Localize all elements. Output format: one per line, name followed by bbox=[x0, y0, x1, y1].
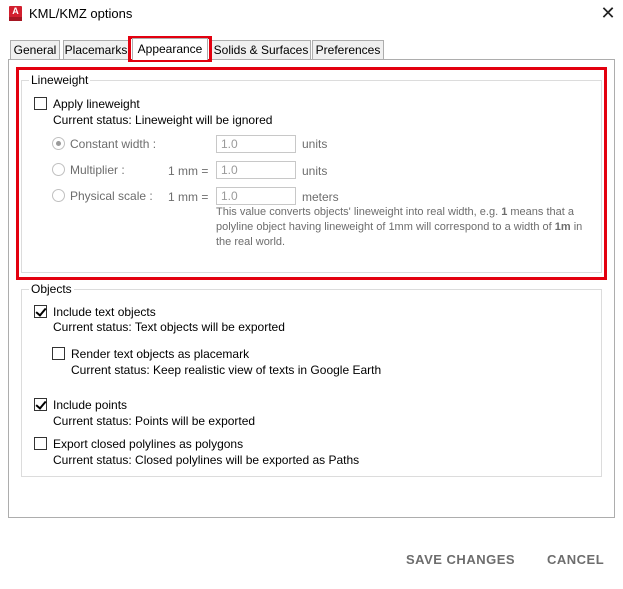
include-points-label: Include points bbox=[53, 398, 128, 412]
objects-group-title: Objects bbox=[29, 282, 74, 296]
close-icon[interactable]: ✕ bbox=[598, 3, 618, 23]
render-placemark-checkbox[interactable] bbox=[52, 347, 65, 360]
physical-scale-label: Physical scale : bbox=[70, 189, 153, 203]
render-placemark-status: Current status: Keep realistic view of t… bbox=[71, 363, 382, 377]
tab-placemarks[interactable]: Placemarks bbox=[63, 40, 129, 60]
closed-polylines-label: Export closed polylines as polygons bbox=[53, 437, 244, 451]
lineweight-group-title: Lineweight bbox=[29, 73, 91, 87]
closed-polylines-status: Current status: Closed polylines will be… bbox=[53, 453, 360, 467]
title-bar: A KML/KMZ options ✕ bbox=[0, 0, 623, 30]
include-points-status: Current status: Points will be exported bbox=[53, 414, 256, 428]
include-points-checkbox[interactable] bbox=[34, 398, 47, 411]
tab-general[interactable]: General bbox=[10, 40, 60, 60]
tab-preferences[interactable]: Preferences bbox=[312, 40, 384, 60]
physical-scale-unit: meters bbox=[302, 190, 339, 204]
apply-lineweight-label: Apply lineweight bbox=[53, 97, 140, 111]
cancel-button[interactable]: CANCEL bbox=[547, 552, 604, 567]
closed-polylines-checkbox[interactable] bbox=[34, 437, 47, 450]
multiplier-radio[interactable] bbox=[52, 163, 65, 176]
multiplier-input[interactable] bbox=[216, 161, 296, 179]
include-text-label: Include text objects bbox=[53, 305, 156, 319]
multiplier-unit: units bbox=[302, 164, 328, 178]
constant-width-radio[interactable] bbox=[52, 137, 65, 150]
app-logo-icon: A bbox=[9, 6, 22, 21]
window-title: KML/KMZ options bbox=[29, 6, 133, 21]
multiplier-prefix: 1 mm = bbox=[168, 164, 209, 178]
apply-lineweight-checkbox[interactable] bbox=[34, 97, 47, 110]
constant-width-label: Constant width : bbox=[70, 137, 157, 151]
tab-solids-surfaces[interactable]: Solids & Surfaces bbox=[211, 40, 311, 60]
save-changes-button[interactable]: SAVE CHANGES bbox=[406, 552, 515, 567]
lineweight-help-note: This value converts objects' lineweight … bbox=[216, 206, 583, 248]
physical-scale-radio[interactable] bbox=[52, 189, 65, 202]
tab-appearance[interactable]: Appearance bbox=[132, 38, 208, 60]
include-text-checkbox[interactable] bbox=[34, 305, 47, 318]
tab-panel: Lineweight Apply lineweight Current stat… bbox=[8, 59, 615, 518]
constant-width-input[interactable] bbox=[216, 135, 296, 153]
include-text-status: Current status: Text objects will be exp… bbox=[53, 320, 285, 334]
constant-width-unit: units bbox=[302, 137, 328, 151]
multiplier-label: Multiplier : bbox=[70, 163, 125, 177]
physical-scale-input[interactable] bbox=[216, 187, 296, 205]
render-placemark-label: Render text objects as placemark bbox=[71, 347, 250, 361]
lineweight-status: Current status: Lineweight will be ignor… bbox=[53, 113, 273, 127]
physical-scale-prefix: 1 mm = bbox=[168, 190, 209, 204]
